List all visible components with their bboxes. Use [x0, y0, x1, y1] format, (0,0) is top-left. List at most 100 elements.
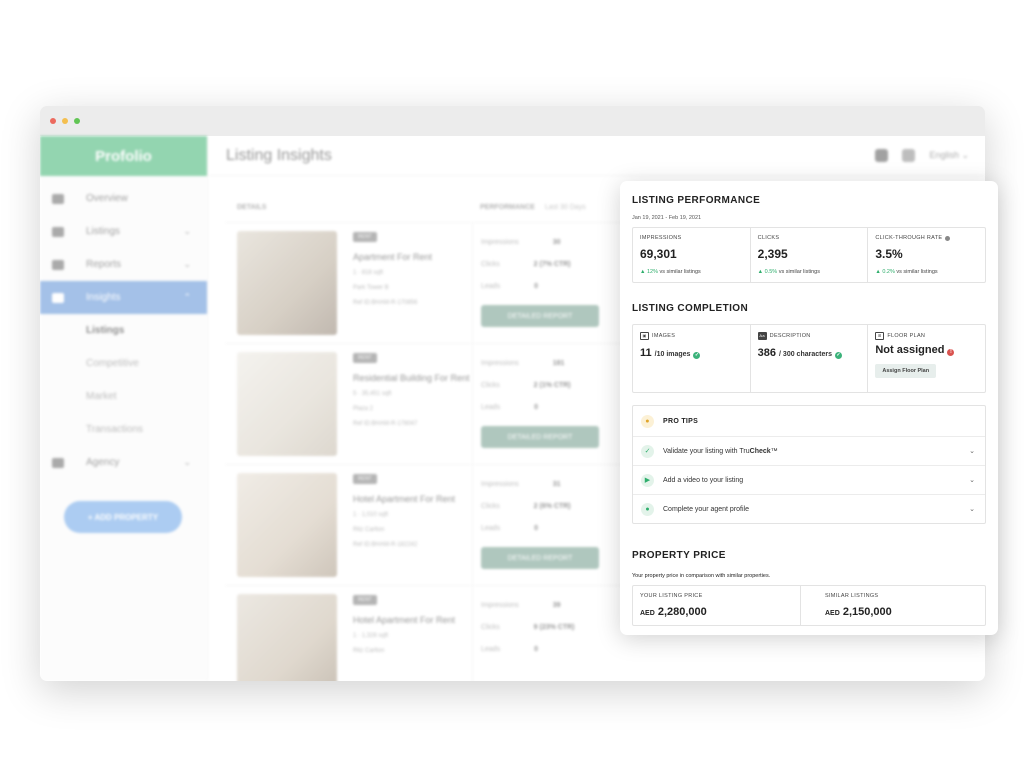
listing-tag: RENT	[353, 595, 377, 605]
description-count: 386	[757, 347, 777, 359]
area-value: 818 sqft	[361, 270, 384, 276]
floor-plan-icon: ⊞	[875, 332, 885, 340]
sidebar-item-agency[interactable]: Agency ⌄	[40, 446, 207, 479]
listing-thumbnail[interactable]	[237, 352, 337, 456]
sidebar-item-insights[interactable]: Insights ⌃	[40, 281, 207, 314]
bedrooms-value: 5	[353, 391, 357, 397]
leads-value: 0	[534, 403, 538, 411]
check-circle-icon: ✓	[693, 352, 701, 359]
add-property-button[interactable]: + ADD PROPERTY	[64, 501, 182, 533]
detailed-report-button[interactable]: DETAILED REPORT	[481, 426, 599, 448]
metric-value: 3.5%	[875, 247, 903, 261]
impressions-line: Impressions 39	[481, 601, 561, 609]
tip-text: Complete your agent profile	[663, 505, 749, 513]
sidebar-item-label: Insights	[86, 292, 121, 303]
sidebar-subitem-listings[interactable]: Listings	[40, 314, 207, 347]
clicks-line: Clicks 2 (7% CTR)	[481, 260, 571, 268]
arrow-up-icon: ▲	[640, 269, 647, 275]
tip-text-pre: Validate your listing with Tru	[663, 447, 750, 455]
listing-ref: Ref ID:BHAM-R-178047	[353, 421, 418, 427]
gear-icon[interactable]	[875, 149, 889, 162]
price-label: SIMILAR LISTINGS	[825, 593, 879, 599]
images-count: 11	[640, 347, 652, 359]
leads-line: Leads 0	[481, 645, 538, 653]
description-card: Aa DESCRIPTION 386/ 300 characters ✓	[751, 325, 869, 392]
listing-location: Plaza 2	[353, 406, 374, 412]
price-label: YOUR LISTING PRICE	[640, 593, 703, 599]
tip-text-post: ™	[770, 447, 778, 455]
leads-value: 0	[534, 282, 538, 290]
your-price-card: YOUR LISTING PRICE AED 2,280,000	[633, 586, 801, 625]
brand-logo[interactable]: Profolio	[40, 136, 207, 176]
metric-value: 69,301	[640, 247, 677, 261]
info-icon[interactable]	[945, 235, 951, 241]
list-icon	[52, 226, 64, 237]
sidebar-subitem-market[interactable]: Market	[40, 380, 207, 413]
chevron-up-icon: ⌃	[183, 292, 191, 302]
maximize-window-dot[interactable]	[74, 118, 80, 124]
metric-label: CLICK-THROUGH RATE	[875, 235, 943, 241]
sidebar-item-reports[interactable]: Reports ⌄	[40, 248, 207, 281]
page-header: Listing Insights English ⌄	[208, 136, 985, 176]
insights-icon	[52, 292, 64, 303]
sidebar-item-listings[interactable]: Listings ⌄	[40, 215, 207, 248]
listing-thumbnail[interactable]	[237, 473, 337, 577]
minimize-window-dot[interactable]	[62, 118, 68, 124]
leads-value: 0	[534, 645, 538, 653]
clicks-value: 2 (6% CTR)	[533, 502, 571, 510]
images-suffix: /10 images	[654, 351, 691, 358]
chevron-down-icon: ⌄	[183, 457, 191, 467]
chevron-down-icon: ⌄	[183, 226, 191, 236]
listing-title[interactable]: Apartment For Rent	[353, 252, 472, 262]
listing-title[interactable]: Hotel Apartment For Rent	[353, 494, 472, 504]
window-titlebar	[40, 106, 985, 136]
listing-performance-title: LISTING PERFORMANCE	[632, 195, 761, 206]
document-icon[interactable]	[902, 149, 916, 162]
metric-delta: ▲ 0.2% vs similar listings	[875, 269, 978, 275]
currency: AED	[640, 610, 655, 617]
leads-value: 0	[534, 524, 538, 532]
chevron-down-icon[interactable]: ⌄	[969, 447, 975, 455]
bedrooms-value: 1	[353, 270, 357, 276]
pro-tips: ● PRO TIPS ✓ Validate your listing with …	[632, 405, 986, 524]
listing-thumbnail[interactable]	[237, 594, 337, 681]
tip-agent-profile[interactable]: ● Complete your agent profile ⌄	[633, 494, 985, 523]
detailed-report-button[interactable]: DETAILED REPORT	[481, 305, 599, 327]
sidebar-item-overview[interactable]: Overview	[40, 182, 207, 215]
metric-label: CLICKS	[757, 235, 780, 241]
pro-tips-title: PRO TIPS	[663, 417, 699, 425]
price-comparison: YOUR LISTING PRICE AED 2,280,000 SIMILAR…	[632, 585, 986, 626]
similar-price-card: SIMILAR LISTINGS AED 2,150,000	[801, 586, 985, 625]
leads-line: Leads 0	[481, 403, 538, 411]
listing-title[interactable]: Hotel Apartment For Rent	[353, 615, 472, 625]
metric-label: IMPRESSIONS	[640, 235, 682, 241]
sidebar: Profolio Overview Listings ⌄ Reports ⌄ I…	[40, 136, 208, 681]
bedrooms-value: 1	[353, 633, 357, 639]
lightbulb-icon: ●	[641, 414, 654, 428]
listing-thumbnail[interactable]	[237, 231, 337, 335]
chevron-down-icon[interactable]: ⌄	[969, 476, 975, 484]
listing-ref: Ref ID:BHAM-R-170856	[353, 300, 418, 306]
chevron-down-icon[interactable]: ⌄	[969, 505, 975, 513]
tip-add-video[interactable]: ▶ Add a video to your listing ⌄	[633, 465, 985, 494]
chevron-down-icon: ⌄	[183, 259, 191, 269]
your-price-value: 2,280,000	[657, 606, 707, 618]
clicks-line: Clicks 2 (6% CTR)	[481, 502, 571, 510]
close-window-dot[interactable]	[50, 118, 56, 124]
area-value: 1,010 sqft	[361, 512, 389, 518]
date-range-select[interactable]: Last 30 Days	[545, 204, 586, 211]
delta-suffix: vs similar listings	[658, 269, 701, 275]
tip-validate-listing[interactable]: ✓ Validate your listing with TruCheck™ ⌄	[633, 436, 985, 465]
area-value: 35,451 sqft	[361, 391, 392, 397]
sidebar-subitem-transactions[interactable]: Transactions	[40, 413, 207, 446]
language-select[interactable]: English ⌄	[929, 150, 969, 161]
assign-floor-plan-button[interactable]: Assign Floor Plan	[875, 364, 937, 378]
area-value: 1,328 sqft	[361, 633, 389, 639]
detailed-report-button[interactable]: DETAILED REPORT	[481, 547, 599, 569]
listing-location: Ritz Carlton	[353, 527, 385, 533]
sidebar-subitem-competitive[interactable]: Competitive	[40, 347, 207, 380]
check-icon: ✓	[641, 444, 654, 458]
completion-label: DESCRIPTION	[769, 333, 811, 339]
listing-title[interactable]: Residential Building For Rent	[353, 373, 472, 383]
listing-tag: RENT	[353, 474, 377, 484]
